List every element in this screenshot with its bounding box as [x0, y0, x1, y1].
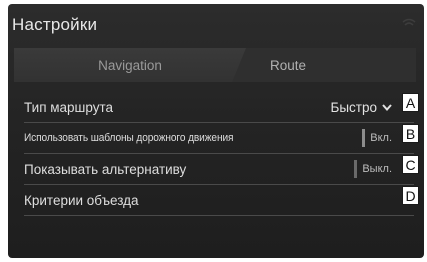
traffic-patterns-row[interactable]: Использовать шаблоны дорожного движения … [24, 123, 414, 154]
callout-b: B [402, 124, 419, 143]
tab-route[interactable]: Route [228, 48, 348, 82]
chevron-down-icon [382, 103, 392, 111]
settings-screen: Настройки Navigation Route Тип маршрута … [8, 4, 424, 258]
toggle-indicator [362, 129, 366, 147]
traffic-patterns-label: Использовать шаблоны дорожного движения [24, 132, 234, 144]
detour-criteria-row[interactable]: Критерии объезда [24, 185, 414, 216]
route-type-value: Быстро [330, 99, 377, 115]
route-type-value-group: Быстро [330, 92, 392, 122]
show-alternative-row[interactable]: Показывать альтернативу Выкл. [24, 154, 414, 185]
callout-c: C [402, 155, 419, 174]
traffic-patterns-toggle[interactable]: Вкл. [362, 123, 392, 153]
detour-criteria-label: Критерии объезда [24, 192, 139, 208]
show-alternative-label: Показывать альтернативу [24, 161, 187, 177]
show-alternative-toggle[interactable]: Выкл. [354, 154, 392, 184]
settings-list: Тип маршрута Быстро Использовать шаблоны… [24, 92, 414, 216]
screen-title: Настройки [12, 15, 98, 34]
callout-a: A [402, 93, 419, 112]
show-alternative-value: Выкл. [362, 163, 392, 175]
signal-icon [402, 18, 416, 26]
traffic-patterns-value: Вкл. [370, 132, 392, 144]
tab-bar: Navigation Route [14, 48, 416, 82]
route-type-label: Тип маршрута [24, 99, 114, 115]
callout-d: D [402, 186, 419, 205]
route-type-row[interactable]: Тип маршрута Быстро [24, 92, 414, 123]
toggle-indicator [354, 160, 358, 178]
tab-navigation[interactable]: Navigation [14, 48, 246, 82]
